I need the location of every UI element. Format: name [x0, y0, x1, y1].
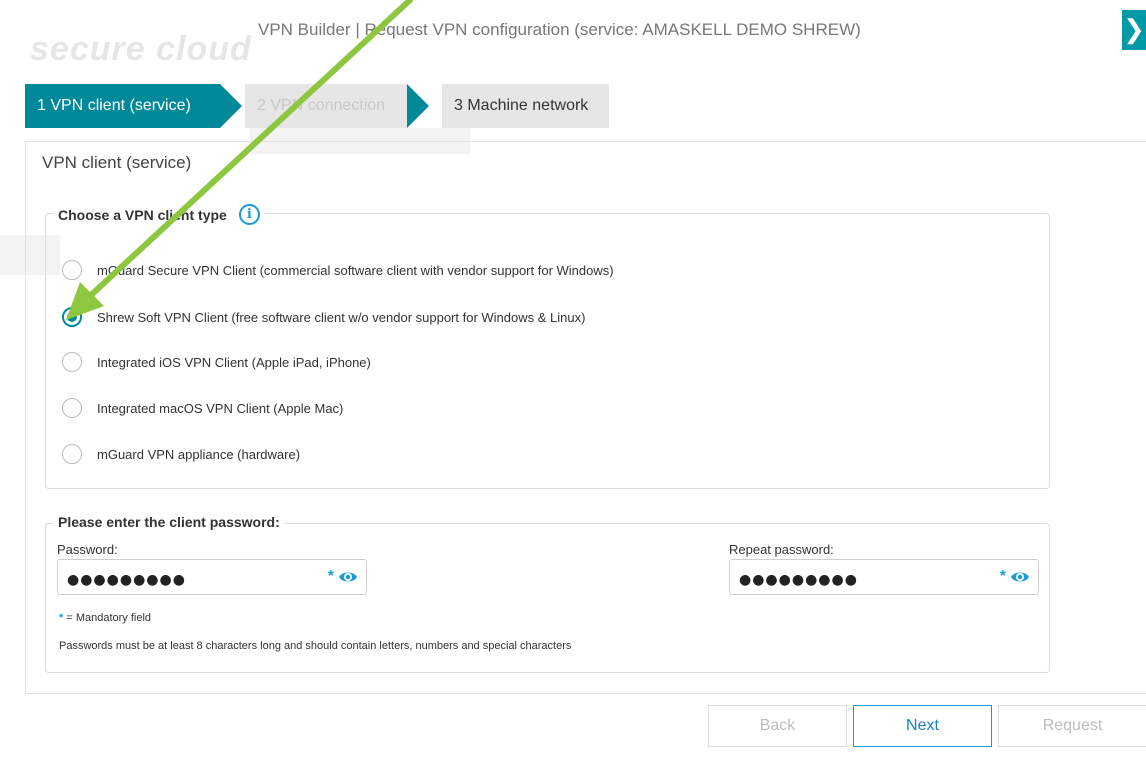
password-fieldset: Please enter the client password: Passwo…: [45, 514, 1050, 673]
radio-option-mguard-client[interactable]: mGuard Secure VPN Client (commercial sof…: [62, 258, 614, 282]
eye-icon[interactable]: [338, 569, 358, 585]
radio-label[interactable]: mGuard Secure VPN Client (commercial sof…: [97, 263, 614, 278]
step-vpn-client[interactable]: 1 VPN client (service): [25, 84, 242, 128]
radio-button[interactable]: [62, 398, 82, 418]
step-arrow-icon: [407, 84, 429, 128]
step-vpn-connection: 2 VPN connection: [245, 84, 429, 128]
radio-button[interactable]: [62, 444, 82, 464]
radio-option-ios[interactable]: Integrated iOS VPN Client (Apple iPad, i…: [62, 350, 371, 374]
radio-label[interactable]: Shrew Soft VPN Client (free software cli…: [97, 310, 585, 325]
client-type-legend-text: Choose a VPN client type: [58, 206, 227, 223]
repeat-password-field[interactable]: ●●●●●●●●● *: [729, 559, 1039, 595]
radio-option-macos[interactable]: Integrated macOS VPN Client (Apple Mac): [62, 396, 343, 420]
required-marker: *: [999, 568, 1006, 585]
radio-label[interactable]: mGuard VPN appliance (hardware): [97, 447, 300, 462]
required-marker: *: [327, 568, 334, 585]
client-type-legend: Choose a VPN client type i: [54, 204, 264, 225]
step-label: 2 VPN connection: [257, 97, 386, 114]
close-icon[interactable]: ❯: [1122, 10, 1146, 50]
step-label: 3 Machine network: [454, 97, 589, 114]
wizard-steps: 1 VPN client (service) 2 VPN connection …: [25, 84, 625, 128]
radio-button[interactable]: [62, 352, 82, 372]
vpn-client-panel: VPN client (service) Choose a VPN client…: [25, 141, 1146, 694]
password-value: ●●●●●●●●●: [67, 572, 186, 588]
radio-label[interactable]: Integrated iOS VPN Client (Apple iPad, i…: [97, 355, 371, 370]
radio-button-checked[interactable]: [62, 307, 82, 327]
info-icon[interactable]: i: [238, 204, 260, 225]
mandatory-text: = Mandatory field: [63, 612, 152, 624]
repeat-password-value: ●●●●●●●●●: [739, 572, 858, 588]
password-hint: Passwords must be at least 8 characters …: [59, 640, 572, 652]
panel-title: VPN client (service): [42, 153, 192, 172]
radio-option-mguard-appliance[interactable]: mGuard VPN appliance (hardware): [62, 442, 300, 466]
radio-option-shrew-soft[interactable]: Shrew Soft VPN Client (free software cli…: [62, 305, 585, 329]
back-button[interactable]: Back: [708, 705, 847, 747]
eye-icon[interactable]: [1010, 569, 1030, 585]
repeat-password-label: Repeat password:: [729, 542, 834, 557]
next-button[interactable]: Next: [853, 705, 992, 747]
password-legend: Please enter the client password:: [54, 514, 284, 530]
step-label: 1 VPN client (service): [37, 97, 191, 114]
request-button[interactable]: Request: [998, 705, 1146, 747]
background-logo-text: secure cloud: [30, 30, 252, 68]
step-arrow-icon: [220, 84, 242, 128]
radio-button[interactable]: [62, 260, 82, 280]
step-machine-network[interactable]: 3 Machine network: [442, 84, 609, 128]
radio-label[interactable]: Integrated macOS VPN Client (Apple Mac): [97, 401, 343, 416]
client-type-fieldset: Choose a VPN client type i mGuard Secure…: [45, 204, 1050, 489]
mandatory-note: * = Mandatory field: [59, 612, 151, 624]
password-label: Password:: [57, 542, 118, 557]
dialog-title: VPN Builder | Request VPN configuration …: [258, 20, 861, 39]
password-field[interactable]: ●●●●●●●●● *: [57, 559, 367, 595]
